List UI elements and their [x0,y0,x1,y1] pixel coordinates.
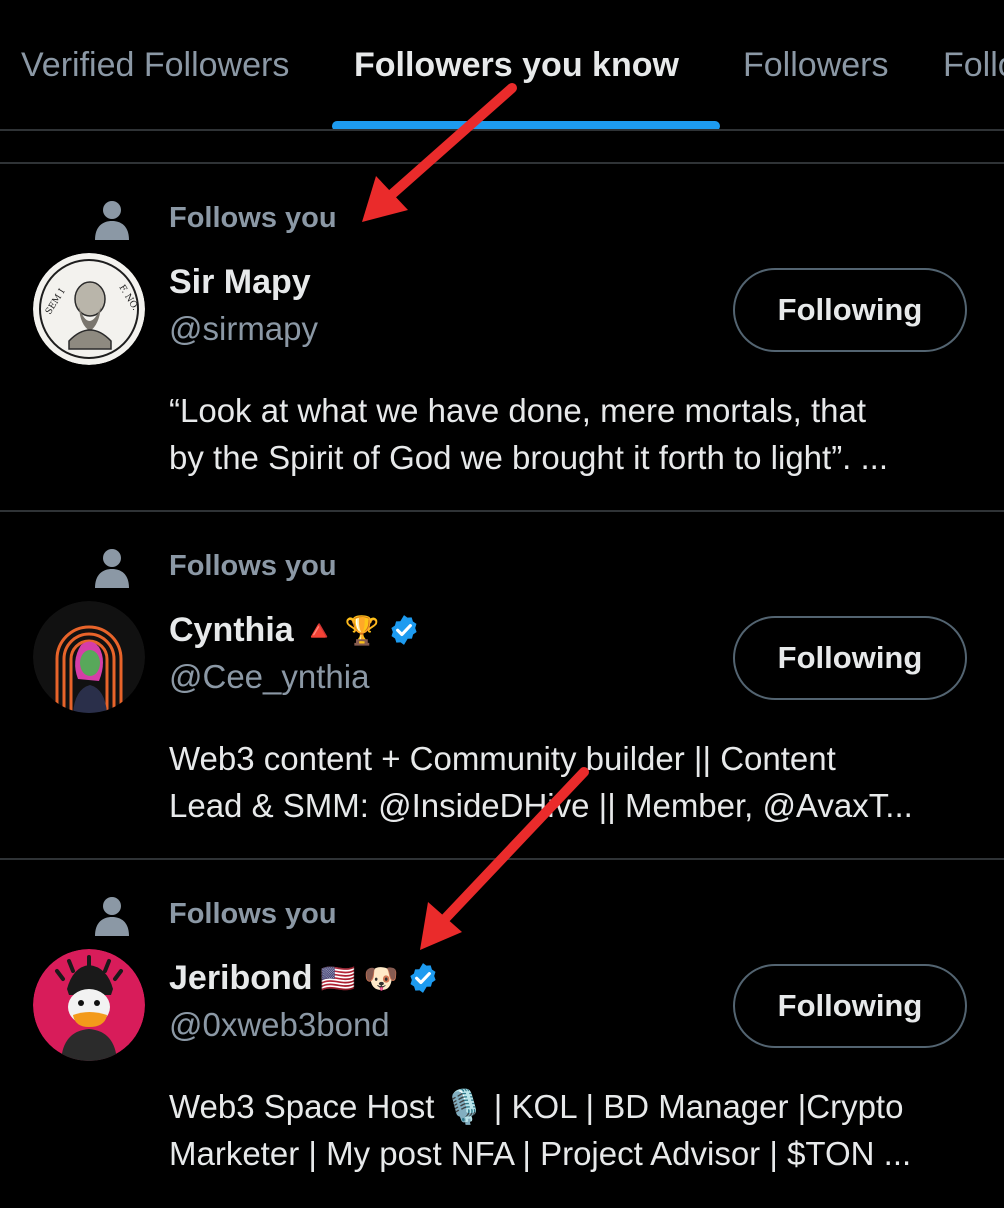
bio-line: Web3 Space Host 🎙️ | KOL | BD Manager |C… [169,1088,904,1125]
user-cell[interactable]: Follows you SEM I F. NO. Sir Mapy @sirma… [0,164,1004,512]
name-line: Sir Mapy [169,260,311,304]
avatar[interactable]: SEM I F. NO. [33,253,145,365]
user-handle[interactable]: @Cee_ynthia [169,658,369,696]
following-button[interactable]: Following [733,268,967,352]
tab-followers[interactable]: Followers [743,46,888,85]
avatar[interactable] [33,601,145,713]
user-bio: Web3 Space Host 🎙️ | KOL | BD Manager |C… [169,1083,979,1177]
bio-line: Marketer | My post NFA | Project Advisor… [169,1135,912,1172]
tab-verified-followers[interactable]: Verified Followers [21,46,289,85]
following-button[interactable]: Following [733,964,967,1048]
tab-following[interactable]: Follo [943,46,1004,85]
name-badge-dog: 🐶 [363,961,399,995]
person-icon [95,549,129,588]
name-line: Cynthia 🔺 🏆 [169,608,421,652]
name-badge-trophy: 🏆 [344,613,380,647]
display-name[interactable]: Sir Mapy [169,263,311,302]
user-handle[interactable]: @sirmapy [169,310,318,348]
user-bio: “Look at what we have done, mere mortals… [169,387,979,481]
verified-badge-icon[interactable] [406,961,440,995]
user-bio: Web3 content + Community builder || Cont… [169,735,979,829]
tab-bar-divider [0,129,1004,131]
verified-badge-icon[interactable] [387,613,421,647]
user-handle[interactable]: @0xweb3bond [169,1006,390,1044]
following-button[interactable]: Following [733,616,967,700]
user-cell[interactable]: Follows you Jeribond 🇺🇸 🐶 @0xweb3bond Fo… [0,860,1004,1208]
name-badge-triangle: 🔺 [301,613,337,647]
bio-line: Lead & SMM: @InsideDHive || Member, @Ava… [169,787,913,824]
display-name[interactable]: Jeribond [169,959,313,998]
follows-you-label: Follows you [169,898,337,930]
bio-line: Web3 content + Community builder || Cont… [169,740,836,777]
bio-line: by the Spirit of God we brought it forth… [169,439,889,476]
tab-followers-you-know[interactable]: Followers you know [354,46,679,85]
follows-you-label: Follows you [169,550,337,582]
person-icon [95,897,129,936]
avatar[interactable] [33,949,145,1061]
name-line: Jeribond 🇺🇸 🐶 [169,956,440,1000]
display-name[interactable]: Cynthia [169,611,294,650]
user-cell[interactable]: Follows you Cynthia 🔺 🏆 @Cee_ynthia Foll… [0,512,1004,860]
person-icon [95,201,129,240]
follows-you-label: Follows you [169,202,337,234]
bio-line: “Look at what we have done, mere mortals… [169,392,867,429]
name-badge-us-flag: 🇺🇸 [320,961,356,995]
tab-bar: Verified Followers Followers you know Fo… [0,0,1004,131]
